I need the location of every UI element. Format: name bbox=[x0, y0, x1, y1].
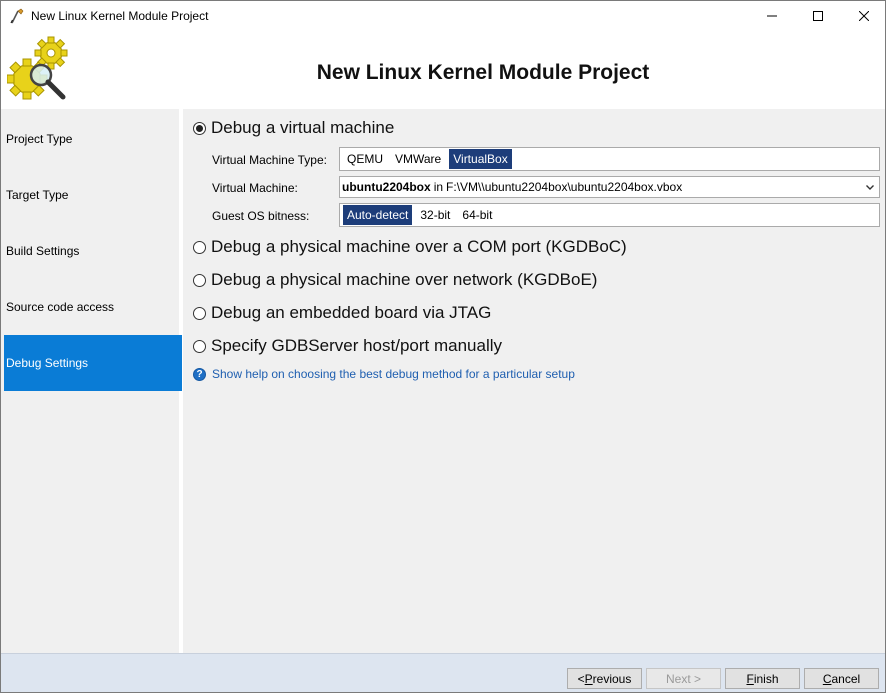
radio-gdbserver-manual[interactable]: Specify GDBServer host/port manually bbox=[193, 335, 502, 357]
vm-type-option-virtualbox[interactable]: VirtualBox bbox=[449, 149, 512, 169]
close-button[interactable] bbox=[841, 1, 886, 31]
vm-type-label: Virtual Machine Type: bbox=[212, 153, 327, 167]
bitness-option-auto-detect[interactable]: Auto-detect bbox=[343, 205, 413, 225]
sidebar-item-label: Build Settings bbox=[6, 244, 80, 258]
previous-prefix: < bbox=[577, 671, 585, 686]
radio-unchecked-icon bbox=[193, 240, 206, 254]
sidebar-item-source-code-access[interactable]: Source code access bbox=[4, 279, 182, 335]
next-button[interactable]: Next > bbox=[646, 668, 721, 689]
bitness-option-32-bit[interactable]: 32-bit bbox=[416, 205, 454, 225]
sidebar-item-debug-settings[interactable]: Debug Settings bbox=[4, 335, 182, 391]
radio-debug-network[interactable]: Debug a physical machine over network (K… bbox=[193, 269, 597, 291]
previous-button[interactable]: < Previous bbox=[567, 668, 642, 689]
sidebar-item-build-settings[interactable]: Build Settings bbox=[4, 223, 182, 279]
sidebar-item-label: Target Type bbox=[6, 188, 69, 202]
cancel-rest: ancel bbox=[831, 671, 861, 686]
cancel-accel: C bbox=[822, 671, 832, 686]
vm-type-option-vmware[interactable]: VMWare bbox=[391, 149, 445, 169]
sidebar-item-project-type[interactable]: Project Type bbox=[4, 111, 182, 167]
vm-type-option-qemu[interactable]: QEMU bbox=[343, 149, 387, 169]
radio-debug-jtag[interactable]: Debug an embedded board via JTAG bbox=[193, 302, 491, 324]
sidebar: Project Type Target Type Build Settings … bbox=[1, 109, 183, 653]
help-link[interactable]: Show help on choosing the best debug met… bbox=[212, 367, 575, 381]
maximize-icon bbox=[813, 11, 823, 21]
minimize-button[interactable] bbox=[749, 1, 795, 31]
vm-label: Virtual Machine: bbox=[212, 181, 298, 195]
bitness-selector: Auto-detect 32-bit 64-bit bbox=[339, 203, 880, 227]
finish-accel: F bbox=[746, 671, 754, 686]
radio-label: Debug a physical machine over network (K… bbox=[211, 270, 598, 289]
radio-label: Debug a physical machine over a COM port… bbox=[211, 237, 627, 256]
sidebar-item-label: Project Type bbox=[6, 132, 73, 146]
question-icon: ? bbox=[193, 367, 206, 381]
sidebar-item-label: Source code access bbox=[6, 300, 115, 314]
dialog-window: New Linux Kernel Module Project New Linu… bbox=[0, 0, 886, 693]
pencil-compass-icon bbox=[10, 8, 24, 24]
vm-in-text: in bbox=[433, 180, 444, 194]
radio-unchecked-icon bbox=[193, 306, 206, 320]
vm-path: F:\VM\\ubuntu2204box\ubuntu2204box.vbox bbox=[446, 180, 683, 194]
finish-button[interactable]: Finish bbox=[725, 668, 800, 689]
bitness-option-64-bit[interactable]: 64-bit bbox=[458, 205, 496, 225]
radio-checked-icon bbox=[193, 121, 206, 135]
debug-settings-panel: Debug a virtual machine Virtual Machine … bbox=[187, 109, 885, 653]
sidebar-item-label: Debug Settings bbox=[6, 356, 89, 370]
radio-unchecked-icon bbox=[193, 273, 206, 287]
page-title: New Linux Kernel Module Project bbox=[316, 61, 650, 84]
radio-unchecked-icon bbox=[193, 339, 206, 353]
radio-label: Debug a virtual machine bbox=[211, 118, 395, 137]
finish-rest: inish bbox=[753, 671, 779, 686]
virtual-machine-dropdown[interactable]: ubuntu2204box in F:\VM\\ubuntu2204box\ub… bbox=[339, 176, 880, 198]
bitness-label: Guest OS bitness: bbox=[212, 209, 310, 223]
radio-label: Debug an embedded board via JTAG bbox=[211, 303, 492, 322]
minimize-icon bbox=[767, 15, 777, 17]
cancel-button[interactable]: Cancel bbox=[804, 668, 879, 689]
previous-accel: P bbox=[584, 671, 593, 686]
close-icon bbox=[859, 11, 869, 21]
header-banner: New Linux Kernel Module Project bbox=[1, 31, 885, 109]
title-bar: New Linux Kernel Module Project bbox=[1, 1, 885, 31]
radio-debug-virtual-machine[interactable]: Debug a virtual machine bbox=[193, 117, 394, 139]
footer-bar: < Previous Next > Finish Cancel bbox=[1, 653, 885, 692]
radio-debug-com-port[interactable]: Debug a physical machine over a COM port… bbox=[193, 236, 627, 258]
radio-label: Specify GDBServer host/port manually bbox=[211, 336, 503, 355]
next-label: Next > bbox=[665, 671, 701, 686]
vm-name: ubuntu2204box bbox=[342, 180, 431, 194]
window-title: New Linux Kernel Module Project bbox=[31, 9, 209, 23]
help-row: ? Show help on choosing the best debug m… bbox=[193, 366, 575, 382]
sidebar-item-target-type[interactable]: Target Type bbox=[4, 167, 182, 223]
maximize-button[interactable] bbox=[795, 1, 841, 31]
previous-rest: revious bbox=[592, 671, 632, 686]
vm-type-selector: QEMU VMWare VirtualBox bbox=[339, 147, 880, 171]
chevron-down-icon bbox=[866, 185, 874, 190]
